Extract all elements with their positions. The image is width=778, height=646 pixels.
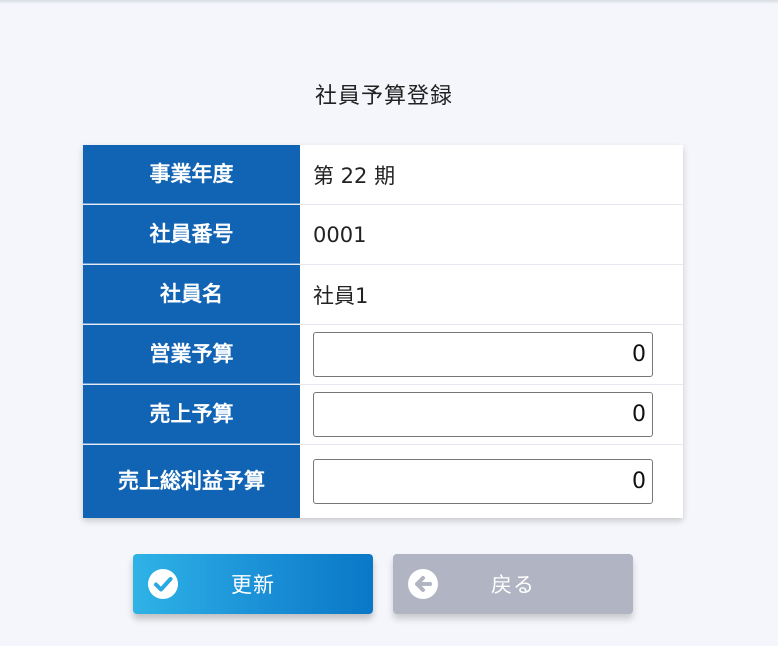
gross-profit-budget-label: 売上総利益予算: [83, 445, 300, 518]
employee-number-value: 0001: [313, 222, 367, 247]
form-row-employee-number: 社員番号 0001: [83, 205, 683, 265]
revenue-budget-label: 売上予算: [83, 385, 300, 444]
update-button[interactable]: 更新: [133, 554, 373, 614]
revenue-budget-cell: [300, 385, 683, 444]
employee-name-value: 社員1: [313, 283, 369, 308]
fiscal-year-value: 第 22 期: [313, 163, 396, 188]
back-button[interactable]: 戻る: [393, 554, 633, 614]
gross-profit-budget-cell: [300, 445, 683, 518]
gross-profit-budget-input[interactable]: [313, 459, 653, 504]
form-row-employee-name: 社員名 社員1: [83, 265, 683, 325]
arrow-left-circle-icon: [408, 569, 438, 599]
sales-budget-cell: [300, 325, 683, 384]
check-circle-icon: [148, 569, 178, 599]
sales-budget-input[interactable]: [313, 332, 653, 377]
form-row-gross-profit-budget: 売上総利益予算: [83, 445, 683, 518]
fiscal-year-label: 事業年度: [83, 145, 300, 204]
page-title: 社員予算登録: [314, 84, 453, 109]
form-row-sales-budget: 営業予算: [83, 325, 683, 385]
form-row-fiscal-year: 事業年度 第 22 期: [83, 145, 683, 205]
header-shadow: [0, 0, 778, 4]
form-row-revenue-budget: 売上予算: [83, 385, 683, 445]
revenue-budget-input[interactable]: [313, 392, 653, 437]
employee-number-label: 社員番号: [83, 205, 300, 264]
employee-name-label: 社員名: [83, 265, 300, 324]
sales-budget-label: 営業予算: [83, 325, 300, 384]
budget-form: 事業年度 第 22 期 社員番号 0001 社員名 社員1 営業予算 売上予算 …: [83, 145, 683, 518]
